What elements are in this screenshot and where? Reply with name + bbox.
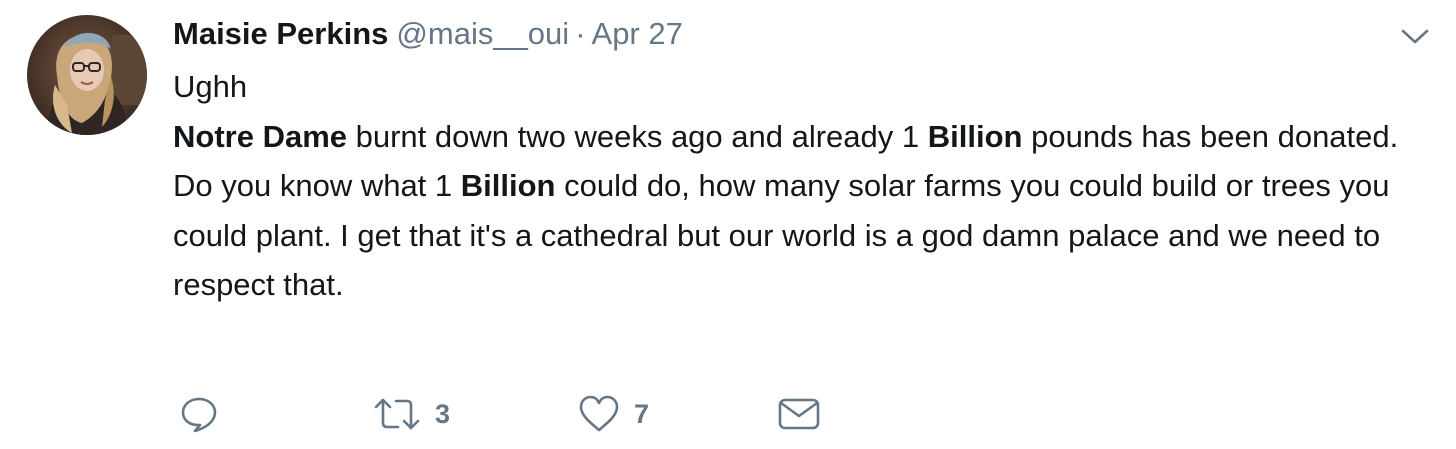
tweet-line-2: Notre Dame burnt down two weeks ago and … — [173, 112, 1418, 162]
profile-photo — [27, 15, 147, 135]
bold-billion: Billion — [927, 118, 1023, 154]
tweet-actions: 3 7 — [173, 392, 873, 436]
bold-notre-dame: Notre Dame — [173, 118, 347, 154]
heart-icon — [579, 395, 619, 432]
like-count: 7 — [634, 398, 650, 429]
tweet-line-2-text-2: pounds has been donated. — [1022, 118, 1399, 154]
author-name[interactable]: Maisie Perkins — [173, 16, 388, 51]
author-handle[interactable]: @mais__oui — [396, 16, 569, 51]
tweet-line-3: Do you know what 1 Billion could do, how… — [173, 161, 1418, 310]
tweet-line-1: Ughh — [173, 69, 248, 104]
header-separator: · — [575, 16, 586, 51]
reply-icon — [181, 397, 217, 433]
retweet-button[interactable]: 3 — [373, 392, 450, 436]
retweet-icon — [374, 398, 420, 430]
tweet-header: Maisie Perkins @mais__oui · Apr 27 — [173, 14, 683, 54]
envelope-icon — [778, 398, 820, 430]
tweet-date[interactable]: Apr 27 — [592, 16, 683, 51]
tweet: Maisie Perkins @mais__oui · Apr 27 Ughh Not… — [0, 0, 1456, 449]
avatar[interactable] — [27, 15, 147, 135]
reply-button[interactable] — [179, 392, 219, 436]
direct-message-button[interactable] — [777, 392, 821, 436]
chevron-down-icon[interactable] — [1400, 24, 1430, 48]
retweet-count: 3 — [435, 398, 451, 429]
bold-billion: Billion — [460, 168, 556, 203]
tweet-line-3-text-1: Do you know what 1 — [173, 168, 461, 203]
like-button[interactable]: 7 — [578, 392, 649, 436]
tweet-line-2-text-1: burnt down two weeks ago and already 1 — [347, 118, 928, 154]
tweet-text: Ughh Notre Dame burnt down two weeks ago… — [173, 62, 1418, 310]
